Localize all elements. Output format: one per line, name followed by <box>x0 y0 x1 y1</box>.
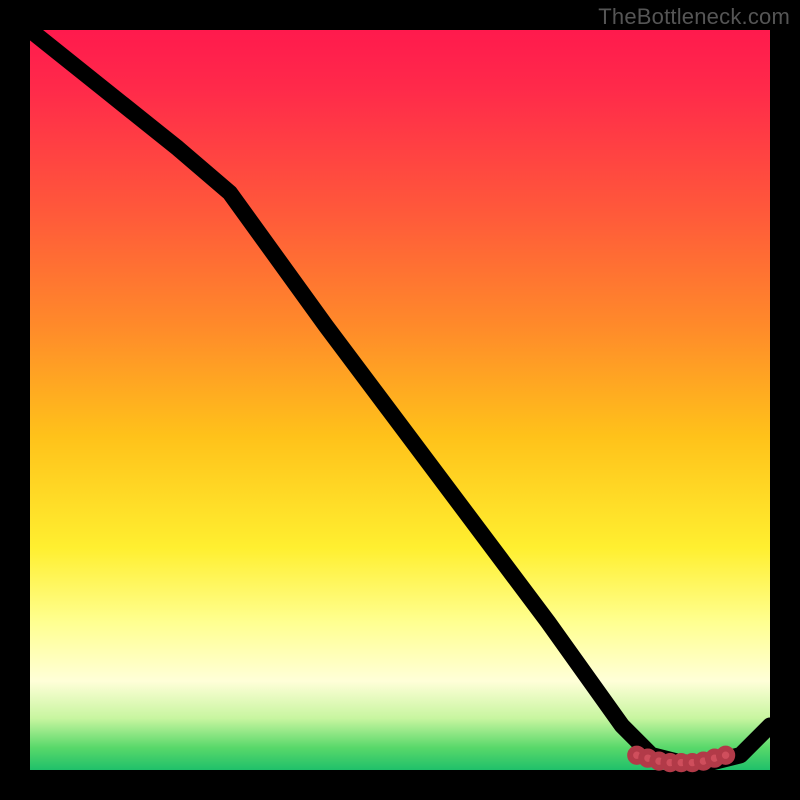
chart-overlay <box>30 30 770 770</box>
bottleneck-curve <box>30 30 770 763</box>
chart-frame: TheBottleneck.com <box>0 0 800 800</box>
watermark-text: TheBottleneck.com <box>598 4 790 30</box>
marker-cluster <box>630 749 732 770</box>
marker-point <box>719 749 732 762</box>
